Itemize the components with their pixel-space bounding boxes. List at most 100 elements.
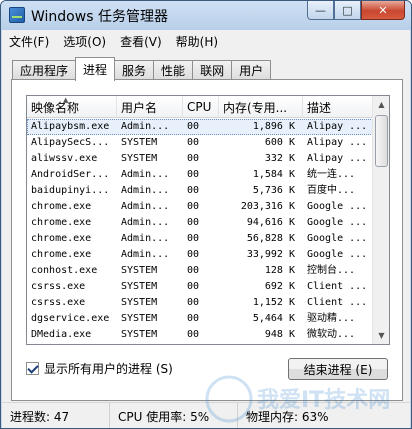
cell-cpu: 00 (187, 281, 200, 292)
cell-user-name: SYSTEM (121, 153, 158, 164)
status-memory-usage: 物理内存: 63% (246, 409, 329, 424)
tab-strip: 应用程序 进程 服务 性能 联网 用户 (12, 56, 272, 81)
cell-image-name: DMedia.exe (31, 329, 92, 340)
table-row[interactable]: dgservice.exe SYSTEM 00 5,464 K 驱动精... (27, 311, 373, 327)
cell-description: Google ... (307, 217, 368, 228)
sort-ascending-icon: ▲ (63, 96, 69, 104)
cell-user-name: SYSTEM (121, 281, 158, 292)
cell-memory: 1,152 K (252, 297, 295, 308)
menu-bar: 文件(F) 选项(O) 查看(V) 帮助(H) (2, 30, 410, 52)
status-cpu-usage: CPU 使用率: 5% (110, 402, 238, 428)
show-all-checkbox[interactable] (26, 362, 39, 375)
cell-description: 微软动... (307, 329, 356, 340)
cell-image-name: AndroidSer... (31, 169, 110, 180)
table-row[interactable]: csrss.exe SYSTEM 00 692 K Client ... (27, 279, 373, 295)
tab-performance[interactable]: 性能 (153, 60, 194, 80)
table-row[interactable]: baidupinyi... Admin... 00 5,736 K 百度中... (27, 183, 373, 199)
table-row[interactable]: conhost.exe SYSTEM 00 128 K 控制台... (27, 263, 373, 279)
cell-memory: 1,584 K (252, 169, 295, 180)
table-row[interactable]: chrome.exe Admin... 00 203,316 K Google ... (27, 199, 373, 215)
cell-description: 百度中... (307, 185, 356, 196)
table-row[interactable]: Alipaybsm.exe Admin... 00 1,896 K Alipay ... (27, 119, 373, 135)
cell-image-name: aliwssv.exe (31, 153, 98, 164)
cell-cpu: 00 (187, 169, 200, 180)
show-all-label: 显示所有用户的进程 (S) (44, 362, 173, 376)
cell-cpu: 00 (187, 185, 200, 196)
menu-help[interactable]: 帮助(H) (169, 33, 225, 50)
tab-services[interactable]: 服务 (114, 60, 155, 80)
process-list[interactable]: ▲ 映像名称 用户名 CPU 内存(专用... 描述 Alipaybsm.exe… (26, 95, 390, 345)
cell-user-name: SYSTEM (121, 297, 158, 308)
cell-image-name: baidupinyi... (31, 185, 110, 196)
maximize-button[interactable]: □ (334, 1, 361, 20)
scrollbar-thumb[interactable] (375, 115, 388, 167)
end-process-button[interactable]: 结束进程 (E) (288, 358, 388, 380)
cell-cpu: 00 (187, 121, 200, 132)
cell-description: Client ... (307, 297, 368, 308)
table-row[interactable]: chrome.exe Admin... 00 56,828 K Google ... (27, 231, 373, 247)
cell-memory: 332 K (264, 153, 295, 164)
cell-image-name: conhost.exe (31, 265, 98, 276)
minimize-button[interactable]: — (307, 1, 334, 20)
table-row[interactable]: chrome.exe Admin... 00 33,992 K Google ... (27, 247, 373, 263)
status-process-count: 进程数: 47 (2, 402, 110, 428)
menu-view[interactable]: 查看(V) (113, 33, 169, 50)
cell-description: Google ... (307, 249, 368, 260)
table-row[interactable]: AlipaySecS... SYSTEM 00 600 K Alipay ... (27, 135, 373, 151)
cell-image-name: csrss.exe (31, 297, 86, 308)
cell-cpu: 00 (187, 265, 200, 276)
column-memory[interactable]: 内存(专用... (219, 96, 303, 118)
cell-image-name: csrss.exe (31, 281, 86, 292)
table-row[interactable]: chrome.exe Admin... 00 94,616 K Google ... (27, 215, 373, 231)
processes-panel: ▲ 映像名称 用户名 CPU 内存(专用... 描述 Alipaybsm.exe… (11, 79, 403, 401)
cell-memory: 5,464 K (252, 313, 295, 324)
cell-image-name: chrome.exe (31, 217, 92, 228)
scroll-up-icon[interactable]: ▲ (373, 96, 389, 113)
cell-description: Alipay ... (307, 121, 368, 132)
cell-user-name: SYSTEM (121, 265, 158, 276)
cell-image-name: dgservice.exe (31, 313, 110, 324)
cell-cpu: 00 (187, 217, 200, 228)
cell-description: Google ... (307, 233, 368, 244)
cell-cpu: 00 (187, 201, 200, 212)
cell-user-name: SYSTEM (121, 313, 158, 324)
cell-description: Client ... (307, 281, 368, 292)
cell-cpu: 00 (187, 137, 200, 148)
cell-image-name: chrome.exe (31, 201, 92, 212)
scroll-down-icon[interactable]: ▼ (373, 327, 389, 344)
cell-memory: 600 K (264, 137, 295, 148)
cell-description: 统一连... (307, 169, 356, 180)
cell-description: Alipay ... (307, 153, 368, 164)
cell-image-name: AlipaySecS... (31, 137, 110, 148)
cell-cpu: 00 (187, 249, 200, 260)
column-cpu[interactable]: CPU (183, 96, 219, 118)
window-title: Windows 任务管理器 (31, 9, 168, 25)
cell-memory: 94,616 K (246, 217, 295, 228)
cell-user-name: Admin... (121, 233, 170, 244)
cell-user-name: Admin... (121, 217, 170, 228)
column-user-name[interactable]: 用户名 (117, 96, 183, 118)
column-image-name[interactable]: ▲ 映像名称 (27, 96, 117, 118)
tab-users[interactable]: 用户 (231, 60, 272, 80)
tab-processes[interactable]: 进程 (75, 57, 116, 81)
task-manager-window: Windows 任务管理器 — □ ✕ 文件(F) 选项(O) 查看(V) 帮助… (0, 0, 412, 429)
tab-applications[interactable]: 应用程序 (12, 60, 77, 80)
table-row[interactable]: aliwssv.exe SYSTEM 00 332 K Alipay ... (27, 151, 373, 167)
tab-networking[interactable]: 联网 (192, 60, 233, 80)
menu-options[interactable]: 选项(O) (56, 33, 113, 50)
show-all-processes[interactable]: 显示所有用户的进程 (S) (26, 360, 173, 377)
table-row[interactable]: AndroidSer... Admin... 00 1,584 K 统一连... (27, 167, 373, 183)
close-button[interactable]: ✕ (361, 1, 405, 20)
cell-memory: 128 K (264, 265, 295, 276)
title-bar[interactable]: Windows 任务管理器 — □ ✕ (1, 1, 411, 30)
vertical-scrollbar[interactable]: ▲ ▼ (372, 96, 389, 344)
cell-memory: 33,992 K (246, 249, 295, 260)
table-row[interactable]: csrss.exe SYSTEM 00 1,152 K Client ... (27, 295, 373, 311)
status-bar: 进程数: 47 CPU 使用率: 5% 物理内存: 63% (2, 402, 410, 428)
cell-cpu: 00 (187, 313, 200, 324)
column-description[interactable]: 描述 (303, 96, 373, 118)
cell-description: 控制台... (307, 265, 356, 276)
table-row[interactable]: DMedia.exe SYSTEM 00 948 K 微软动... (27, 327, 373, 343)
menu-file[interactable]: 文件(F) (2, 33, 56, 50)
cell-user-name: Admin... (121, 121, 170, 132)
